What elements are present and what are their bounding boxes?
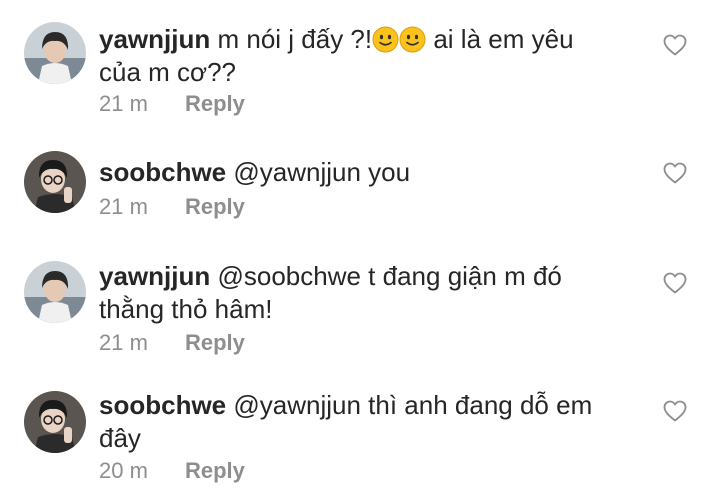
comment-meta: 21 m Reply — [99, 193, 245, 221]
comment-body: yawnjjun @soobchwe t đang giận m đó thằn… — [99, 260, 619, 326]
reply-button[interactable]: Reply — [185, 194, 245, 219]
heart-outline-icon[interactable] — [663, 400, 687, 422]
reply-button[interactable]: Reply — [185, 330, 245, 355]
avatar[interactable] — [24, 22, 86, 84]
reply-button[interactable]: Reply — [185, 458, 245, 483]
comment-time: 21 m — [99, 91, 148, 116]
comment-body: soobchwe @yawnjjun thì anh đang dỗ em đâ… — [99, 389, 619, 455]
slightly-smiling-face-icon — [372, 26, 399, 53]
comment-meta: 20 m Reply — [99, 457, 245, 485]
comment-body: yawnjjun m nói j đấy ?! ai là em yêu của… — [99, 23, 619, 89]
comment-meta: 21 m Reply — [99, 329, 245, 357]
comment-username[interactable]: soobchwe — [99, 157, 226, 187]
comment-username[interactable]: yawnjjun — [99, 261, 210, 291]
comment-time: 20 m — [99, 458, 148, 483]
heart-outline-icon[interactable] — [663, 272, 687, 294]
reply-button[interactable]: Reply — [185, 91, 245, 116]
comment-username[interactable]: yawnjjun — [99, 24, 210, 54]
heart-outline-icon[interactable] — [663, 34, 687, 56]
comment-meta: 21 m Reply — [99, 90, 245, 118]
avatar[interactable] — [24, 391, 86, 453]
comment-time: 21 m — [99, 330, 148, 355]
comment-text: @yawnjjun you — [233, 157, 411, 187]
comment-body: soobchwe @yawnjjun you — [99, 156, 619, 189]
avatar[interactable] — [24, 151, 86, 213]
comment-time: 21 m — [99, 194, 148, 219]
heart-outline-icon[interactable] — [663, 162, 687, 184]
slightly-smiling-face-icon — [399, 26, 426, 53]
comment-username[interactable]: soobchwe — [99, 390, 226, 420]
comment-text: m nói j đấy ?! — [217, 24, 373, 54]
avatar[interactable] — [24, 261, 86, 323]
